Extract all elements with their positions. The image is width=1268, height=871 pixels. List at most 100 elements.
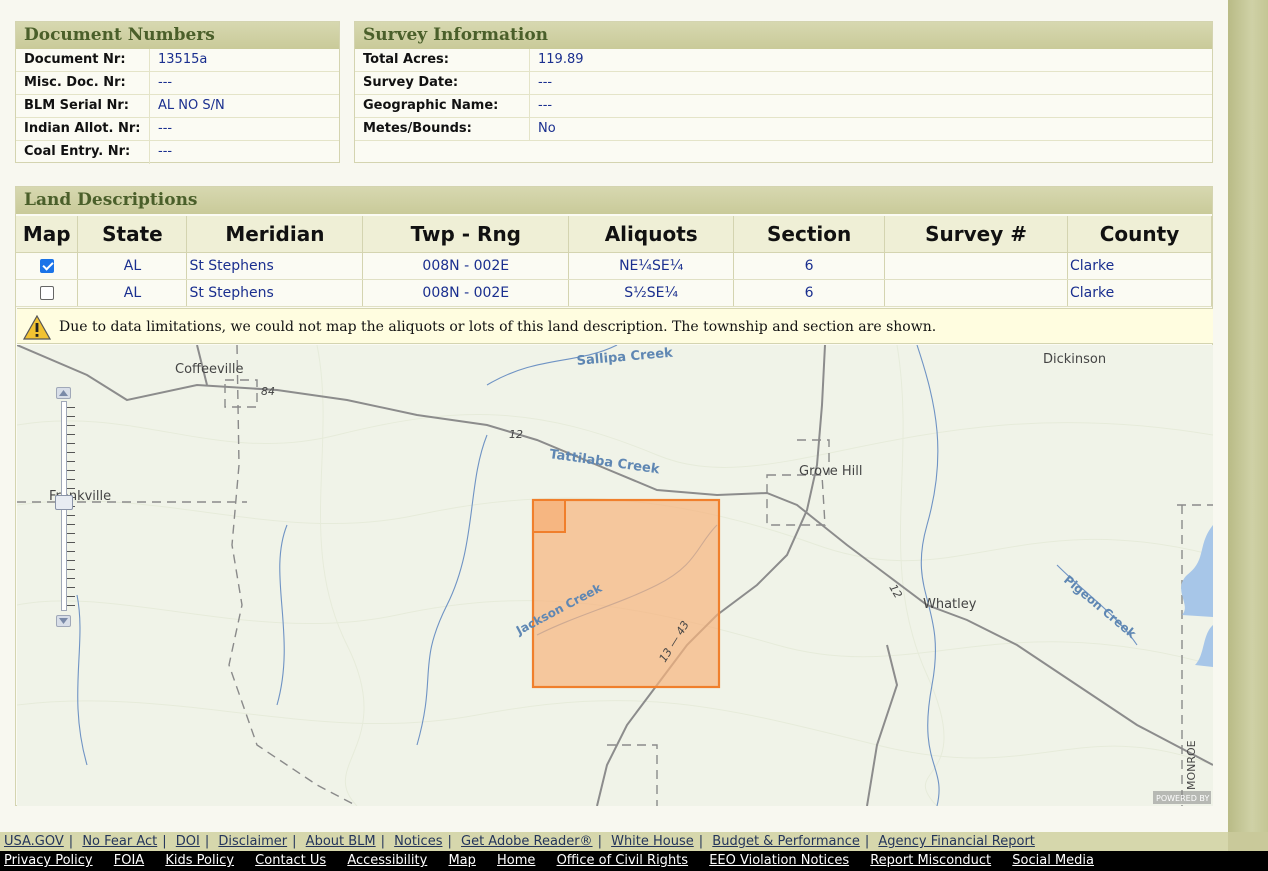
doc-label: BLM Serial Nr:	[16, 95, 150, 117]
map-checkbox[interactable]	[39, 285, 54, 300]
cell-county: Clarke	[1067, 252, 1212, 280]
footer-link-privacy-policy[interactable]: Privacy Policy	[4, 853, 93, 868]
map-label-monroe: MONROE	[1185, 740, 1198, 790]
right-side-band	[1228, 0, 1268, 832]
survey-row-total-acres: Total Acres: 119.89	[355, 49, 1212, 72]
col-header-state: State	[77, 216, 188, 253]
doc-value: AL NO S/N	[158, 98, 225, 113]
footer-link-doi[interactable]: DOI	[176, 834, 200, 849]
data-limitation-warning: Due to data limitations, we could not ma…	[17, 308, 1213, 344]
col-header-county: County	[1067, 216, 1212, 253]
land-map[interactable]: Coffeeville Dickinson Frankville Grove H…	[17, 345, 1213, 806]
survey-row-geographic-name: Geographic Name: ---	[355, 95, 1212, 118]
col-header-aliquots: Aliquots	[568, 216, 735, 253]
table-header-row: Map State Meridian Twp - Rng Aliquots Se…	[16, 216, 1212, 253]
doc-row-indian-allot-nr: Indian Allot. Nr: ---	[16, 118, 339, 141]
footer-link-map[interactable]: Map	[448, 853, 475, 868]
footer-link-contact-us[interactable]: Contact Us	[255, 853, 326, 868]
cell-aliquots: S½SE¼	[568, 279, 735, 307]
doc-value: 13515a	[158, 52, 208, 67]
footer-link-white-house[interactable]: White House	[611, 834, 694, 849]
survey-value: 119.89	[538, 52, 584, 67]
map-label-whatley: Whatley	[923, 597, 977, 612]
survey-row-survey-date: Survey Date: ---	[355, 72, 1212, 95]
zoom-out-button[interactable]	[56, 615, 71, 627]
map-attribution: POWERED BY	[1156, 794, 1209, 803]
footer-link-about-blm[interactable]: About BLM	[306, 834, 376, 849]
col-header-map: Map	[16, 216, 79, 253]
cell-survey	[884, 252, 1068, 280]
survey-value: No	[538, 121, 556, 136]
land-descriptions-table: Map State Meridian Twp - Rng Aliquots Se…	[16, 216, 1212, 307]
cell-county: Clarke	[1067, 279, 1212, 307]
footer-link-office-of-civil-rights[interactable]: Office of Civil Rights	[557, 853, 689, 868]
land-descriptions-title: Land Descriptions	[16, 187, 1212, 214]
warning-icon	[23, 315, 51, 340]
cell-aliquots: NE¼SE¼	[568, 252, 735, 280]
cell-state: AL	[77, 279, 188, 307]
zoom-slider[interactable]	[55, 387, 75, 631]
map-label-coffeeville: Coffeeville	[175, 362, 244, 377]
survey-label: Total Acres:	[355, 49, 530, 71]
col-header-meridian: Meridian	[186, 216, 364, 253]
doc-label: Coal Entry. Nr:	[16, 141, 150, 164]
survey-information-title: Survey Information	[355, 22, 1212, 49]
footer-link-no-fear-act[interactable]: No Fear Act	[82, 834, 157, 849]
footer-link-notices[interactable]: Notices	[394, 834, 442, 849]
document-numbers-panel: Document Numbers Document Nr: 13515a Mis…	[15, 21, 340, 164]
survey-value: ---	[538, 75, 553, 90]
footer-link-disclaimer[interactable]: Disclaimer	[218, 834, 287, 849]
footer-link-social-media[interactable]: Social Media	[1012, 853, 1094, 868]
footer-link-report-misconduct[interactable]: Report Misconduct	[870, 853, 991, 868]
footer-link-eeo-violation-notices[interactable]: EEO Violation Notices	[709, 853, 849, 868]
doc-label: Misc. Doc. Nr:	[16, 72, 150, 94]
doc-value: ---	[158, 75, 173, 90]
doc-label: Indian Allot. Nr:	[16, 118, 150, 140]
doc-row-document-nr: Document Nr: 13515a	[16, 49, 339, 72]
col-header-section: Section	[733, 216, 886, 253]
map-label-route-12-west: 12	[509, 428, 523, 441]
chevron-down-icon	[59, 618, 68, 624]
map-checkbox[interactable]	[39, 258, 54, 273]
map-label-dickinson: Dickinson	[1043, 352, 1106, 367]
footer-link-adobe-reader[interactable]: Get Adobe Reader®	[461, 834, 593, 849]
doc-row-blm-serial-nr: BLM Serial Nr: AL NO S/N	[16, 95, 339, 118]
warning-text: Due to data limitations, we could not ma…	[59, 319, 937, 335]
doc-value: ---	[158, 121, 173, 136]
cell-section: 6	[733, 279, 886, 307]
cell-meridian: St Stephens	[186, 252, 364, 280]
cell-section: 6	[733, 252, 886, 280]
page: Document Numbers Document Nr: 13515a Mis…	[0, 0, 1228, 832]
footer-link-agency-financial-report[interactable]: Agency Financial Report	[878, 834, 1035, 849]
footer-link-home[interactable]: Home	[497, 853, 535, 868]
table-row: AL St Stephens 008N - 002E NE¼SE¼ 6 Clar…	[16, 252, 1212, 280]
doc-row-coal-entry-nr: Coal Entry. Nr: ---	[16, 141, 339, 164]
footer-link-kids-policy[interactable]: Kids Policy	[165, 853, 234, 868]
table-row: AL St Stephens 008N - 002E S½SE¼ 6 Clark…	[16, 279, 1212, 307]
map-label-route-84: 84	[261, 385, 275, 398]
doc-label: Document Nr:	[16, 49, 150, 71]
col-header-twp-rng: Twp - Rng	[362, 216, 570, 253]
survey-row-metes-bounds: Metes/Bounds: No	[355, 118, 1212, 141]
doc-value: ---	[158, 144, 173, 159]
map-checkbox-cell	[16, 279, 79, 307]
cell-state: AL	[77, 252, 188, 280]
zoom-in-button[interactable]	[56, 387, 71, 399]
footer-links-top: USA.GOV | No Fear Act | DOI | Disclaimer | A…	[0, 832, 1228, 851]
footer-link-foia[interactable]: FOIA	[114, 853, 144, 868]
footer-link-usagov[interactable]: USA.GOV	[4, 834, 64, 849]
survey-value: ---	[538, 98, 553, 113]
chevron-up-icon	[59, 390, 68, 396]
doc-row-misc-doc-nr: Misc. Doc. Nr: ---	[16, 72, 339, 95]
survey-information-panel: Survey Information Total Acres: 119.89 S…	[354, 21, 1213, 163]
map-label-grove-hill: Grove Hill	[799, 464, 863, 479]
cell-meridian: St Stephens	[186, 279, 364, 307]
footer-link-budget-performance[interactable]: Budget & Performance	[712, 834, 860, 849]
footer-link-accessibility[interactable]: Accessibility	[347, 853, 427, 868]
document-numbers-title: Document Numbers	[16, 22, 339, 49]
survey-label: Metes/Bounds:	[355, 118, 530, 140]
survey-label: Survey Date:	[355, 72, 530, 94]
land-descriptions-panel: Land Descriptions Map State Meridian Twp…	[15, 186, 1213, 806]
cell-twp-rng: 008N - 002E	[362, 279, 570, 307]
zoom-handle[interactable]	[55, 495, 73, 510]
